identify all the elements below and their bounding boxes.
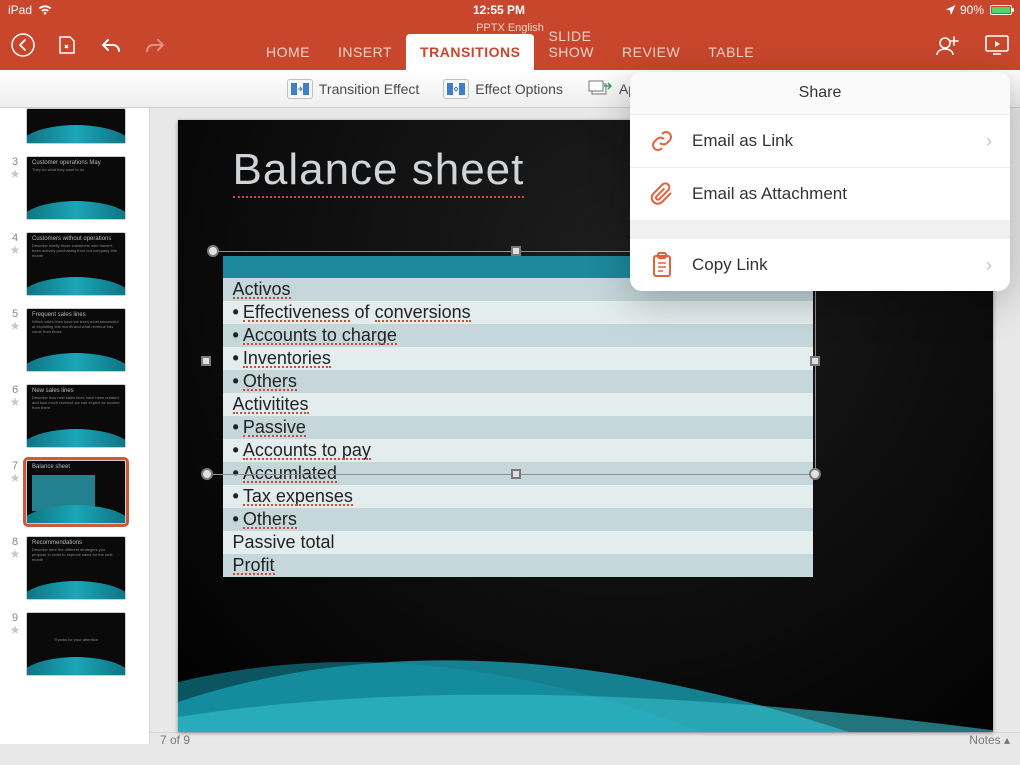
table-cell[interactable]: Activos: [223, 278, 513, 301]
status-time: 12:55 PM: [52, 3, 946, 17]
slide-thumb[interactable]: Customers without operations Describe br…: [26, 232, 126, 296]
selection-handle[interactable]: [201, 468, 213, 480]
link-icon: [648, 127, 676, 155]
star-icon: ★: [10, 167, 21, 181]
app-header: PPTX English HOME INSERT TRANSITIONS SLI…: [0, 20, 1020, 70]
device-label: iPad: [8, 3, 32, 17]
selection-handle[interactable]: [809, 468, 821, 480]
table-cell[interactable]: Profit: [223, 554, 513, 577]
table-cell[interactable]: •Others: [223, 370, 513, 393]
table-cell[interactable]: Activitites: [223, 393, 513, 416]
tab-transitions[interactable]: TRANSITIONS: [406, 34, 534, 70]
transition-effect-button[interactable]: Transition Effect: [287, 79, 419, 99]
effect-options-label: Effect Options: [475, 81, 563, 97]
ribbon-tabs: HOME INSERT TRANSITIONS SLIDE SHOW REVIE…: [252, 18, 768, 70]
tab-slideshow[interactable]: SLIDE SHOW: [534, 18, 608, 70]
star-icon: ★: [10, 243, 21, 257]
slide-thumb-selected[interactable]: Balance sheet: [26, 460, 126, 524]
transition-effect-icon: [287, 79, 313, 99]
table-cell[interactable]: •Accounts to charge: [223, 324, 513, 347]
slide-thumb[interactable]: New sales lines Describe how new sales l…: [26, 384, 126, 448]
tab-insert[interactable]: INSERT: [324, 34, 406, 70]
slide-thumbnails[interactable]: 3★ Customer operations May They do what …: [0, 108, 150, 744]
share-email-link[interactable]: Email as Link ›: [630, 115, 1010, 168]
table-cell[interactable]: •Others: [223, 508, 513, 531]
transition-effect-label: Transition Effect: [319, 81, 419, 97]
slide-thumb[interactable]: Customer operations May They do what the…: [26, 156, 126, 220]
slide-thumb[interactable]: Frequent sales lines Which sales lines h…: [26, 308, 126, 372]
tab-home[interactable]: HOME: [252, 34, 324, 70]
effect-options-icon: [443, 79, 469, 99]
share-popover: Share Email as Link › Email as Attachmen…: [630, 72, 1010, 291]
slide-counter: 7 of 9: [160, 733, 190, 747]
table-cell[interactable]: •Inventories: [223, 347, 513, 370]
share-button[interactable]: [934, 32, 960, 58]
share-email-link-label: Email as Link: [692, 131, 793, 151]
tab-table[interactable]: TABLE: [694, 34, 768, 70]
tab-review[interactable]: REVIEW: [608, 34, 694, 70]
status-bar: 7 of 9 Notes ▴: [150, 732, 1020, 747]
apply-all-icon: [587, 79, 613, 99]
share-copy-link-label: Copy Link: [692, 255, 768, 275]
slide-title[interactable]: Balance sheet: [233, 145, 525, 195]
notes-toggle[interactable]: Notes ▴: [969, 733, 1010, 747]
battery-icon: [990, 5, 1012, 15]
popover-title: Share: [630, 72, 1010, 115]
present-button[interactable]: [984, 32, 1010, 58]
table-cell[interactable]: •Tax expenses: [223, 485, 513, 508]
table-cell[interactable]: •Accounts to pay: [223, 439, 513, 462]
wifi-icon: [38, 5, 52, 15]
selection-handle[interactable]: [511, 246, 521, 256]
undo-button[interactable]: [98, 32, 124, 58]
selection-handle[interactable]: [511, 469, 521, 479]
slide-thumb[interactable]: Thanks for your attention: [26, 612, 126, 676]
selection-handle[interactable]: [207, 245, 219, 257]
location-icon: [946, 5, 956, 15]
selection-handle[interactable]: [201, 356, 211, 366]
paperclip-icon: [648, 180, 676, 208]
star-icon: ★: [10, 319, 21, 333]
slide-thumb[interactable]: Recommendations Describe here the differ…: [26, 536, 126, 600]
share-email-attachment[interactable]: Email as Attachment: [630, 168, 1010, 221]
table-cell[interactable]: Passive total: [223, 531, 513, 554]
star-icon: ★: [10, 547, 21, 561]
battery-percent: 90%: [960, 3, 984, 17]
slide-thumb[interactable]: [26, 108, 126, 144]
chevron-right-icon: ›: [986, 131, 992, 152]
redo-button[interactable]: [142, 32, 168, 58]
table-cell[interactable]: •Effectiveness of conversions: [223, 301, 513, 324]
chevron-right-icon: ›: [986, 255, 992, 276]
star-icon: ★: [10, 471, 21, 485]
star-icon: ★: [10, 395, 21, 409]
share-copy-link[interactable]: Copy Link ›: [630, 239, 1010, 291]
clipboard-icon: [648, 251, 676, 279]
share-email-attachment-label: Email as Attachment: [692, 184, 847, 204]
selection-handle[interactable]: [810, 356, 820, 366]
slide-table[interactable]: Activos •Effectiveness of conversions •A…: [223, 256, 813, 577]
effect-options-button[interactable]: Effect Options: [443, 79, 563, 99]
ios-status-bar: iPad 12:55 PM 90%: [0, 0, 1020, 20]
back-button[interactable]: [10, 32, 36, 58]
table-cell[interactable]: •Passive: [223, 416, 513, 439]
file-button[interactable]: [54, 32, 80, 58]
star-icon: ★: [10, 623, 21, 637]
